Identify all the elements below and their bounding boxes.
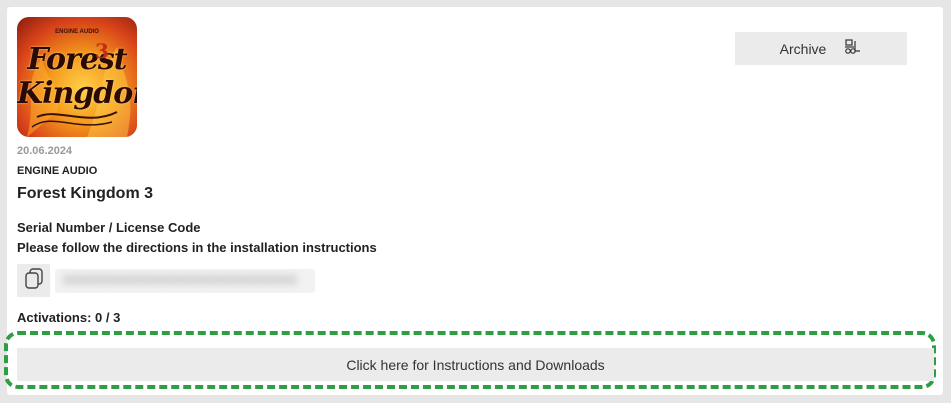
archive-label: Archive — [779, 40, 827, 57]
cover-title: Forest Kingdom — [17, 42, 137, 111]
product-cover-image: ENGINE AUDIO Forest Kingdom 3 — [17, 17, 137, 137]
instructions-downloads-button[interactable]: Click here for Instructions and Download… — [17, 348, 934, 381]
copy-serial-button[interactable] — [17, 264, 50, 297]
archive-download-icon — [844, 39, 862, 58]
activations-count: Activations: 0 / 3 — [17, 310, 121, 325]
cover-number: 3 — [95, 39, 109, 63]
product-title: Forest Kingdom 3 — [17, 185, 154, 202]
vendor-name: ENGINE AUDIO — [17, 165, 98, 177]
serial-number-blurred: XXXXXXXXXXXXXXXXXXXXXXXXXXXXXX — [55, 269, 315, 293]
copy-icon — [24, 268, 44, 293]
product-card: ENGINE AUDIO Forest Kingdom 3 Archive 20… — [4, 7, 943, 395]
archive-button[interactable]: Archive — [735, 32, 907, 65]
directions-text: Please follow the directions in the inst… — [17, 240, 377, 255]
serial-label: Serial Number / License Code — [17, 220, 201, 235]
purchase-date: 20.06.2024 — [17, 145, 73, 157]
